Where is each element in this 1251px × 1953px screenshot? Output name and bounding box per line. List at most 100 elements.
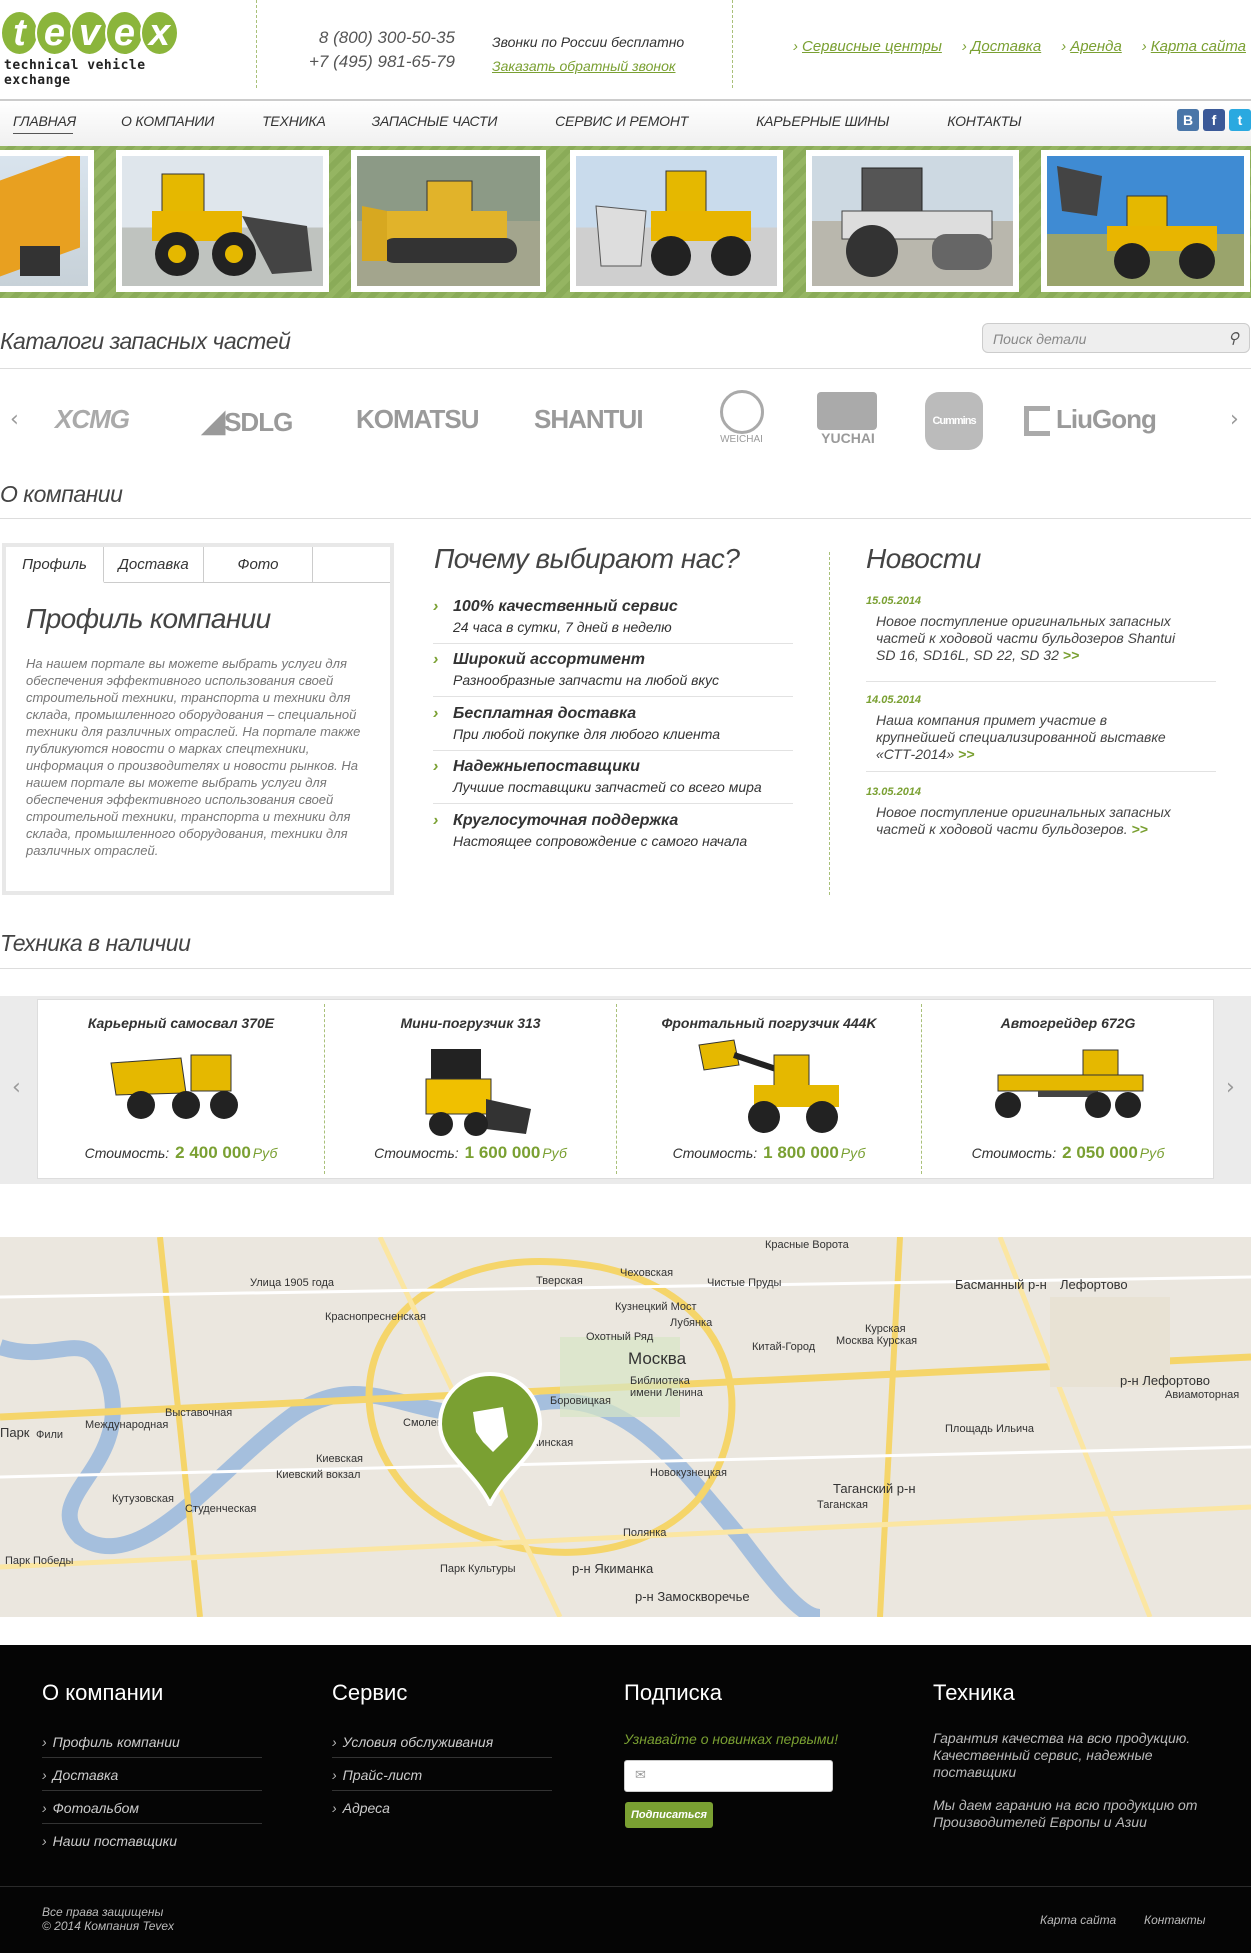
news-item[interactable]: 13.05.2014 Новое поступление оригинальны… — [866, 786, 1216, 838]
footer-tech-text-1: Гарантия качества на всю продукцию. Каче… — [933, 1730, 1191, 1780]
product-card[interactable]: Мини-погрузчик 313 Стоимость: 1 600 000 Ру… — [325, 999, 616, 1179]
nav-item-home[interactable]: Главная — [13, 113, 76, 134]
brand-yuchai[interactable]: YUCHAI — [817, 392, 879, 446]
map-label: р-н Якиманка — [572, 1561, 654, 1576]
nav-item-contacts[interactable]: Контакты — [947, 113, 1021, 134]
mail-icon: ✉ — [635, 1767, 646, 1782]
footer-link-price-list[interactable]: › Прайс-лист — [332, 1758, 552, 1791]
search-input[interactable]: Поиск детали ⚲ — [982, 323, 1250, 353]
slide-road-roller[interactable] — [806, 150, 1019, 292]
product-card[interactable]: Автогрейдер 672G Стоимость: 2 050 000 Руб — [922, 999, 1214, 1179]
tab-delivery[interactable]: Доставка — [104, 547, 204, 582]
callback-link[interactable]: Заказать обратный звонок — [492, 54, 684, 78]
section-divider — [829, 552, 830, 895]
news-item[interactable]: 15.05.2014 Новое поступление оригинальны… — [866, 595, 1216, 682]
subscribe-email-input[interactable]: ✉ — [624, 1760, 833, 1792]
nav-item-about[interactable]: О компании — [121, 113, 214, 134]
why-item: › 100% качественный сервис 24 часа в сутки… — [433, 598, 793, 644]
slide-wheel-loader-3[interactable] — [1041, 150, 1250, 292]
copyright-line-2: © 2014 Компания Tevex — [42, 1919, 175, 1933]
chevron-right-icon: › — [1141, 38, 1147, 55]
subscribe-text: Узнавайте о новинках первыми! — [624, 1731, 839, 1747]
wheel-loader-image — [1057, 166, 1217, 279]
nav-item-machinery[interactable]: Техника — [262, 113, 326, 134]
footer-link-profile[interactable]: › Профиль компании — [42, 1725, 262, 1758]
news-text: Новое поступление оригинальных запасных … — [876, 804, 1171, 837]
road-roller-image — [841, 167, 993, 277]
footer-link-photo-album[interactable]: › Фотоальбом — [42, 1791, 262, 1824]
why-list: › 100% качественный сервис 24 часа в сутки… — [433, 598, 793, 858]
top-link-rent[interactable]: › Аренда — [1061, 38, 1122, 55]
news-more-link[interactable]: >> — [1131, 821, 1147, 837]
brands-next-arrow[interactable]: › — [1230, 407, 1239, 432]
phone-1[interactable]: 8 (800) 300-50-35 — [300, 26, 455, 50]
search-icon[interactable]: ⚲ — [1228, 329, 1239, 347]
chevron-right-icon: › — [433, 812, 439, 829]
chevron-right-icon: › — [433, 758, 439, 775]
nav-item-tires[interactable]: Карьерные шины — [756, 113, 889, 134]
footer-link-suppliers[interactable]: › Наши поставщики — [42, 1824, 262, 1857]
news-more-link[interactable]: >> — [958, 746, 974, 762]
why-item: › Круглосуточная поддержка Настоящее сопро… — [433, 812, 748, 849]
logo-letter: e — [35, 10, 74, 56]
product-name[interactable]: Автогрейдер 672G — [922, 1015, 1214, 1031]
product-card[interactable]: Карьерный самосвал 370E Стоимость: 2 400 … — [38, 999, 324, 1179]
slide-wheel-loader-1[interactable] — [116, 150, 329, 292]
why-item: › Бесплатная доставка При любой покупке дл… — [433, 705, 793, 751]
why-item: › Широкий ассортимент Разнообразные запчас… — [433, 651, 793, 697]
page: t e v e x technical vehicle exchange 8 (… — [0, 0, 1251, 1953]
skid-steer-image — [425, 1049, 531, 1136]
product-name[interactable]: Мини-погрузчик 313 — [325, 1015, 616, 1031]
nav-item-spare-parts[interactable]: Запасные части — [372, 113, 498, 134]
logo[interactable]: t e v e x technical vehicle exchange — [0, 10, 200, 90]
slide-wheel-loader-2[interactable] — [570, 150, 783, 292]
price-value: 2 050 000 — [1062, 1143, 1138, 1162]
phone-2[interactable]: +7 (495) 981-65-79 — [300, 50, 455, 74]
product-card[interactable]: Фронтальный погрузчик 444K Стоимость: 1 8… — [617, 999, 921, 1179]
wheel-loader-image — [152, 173, 312, 276]
brand-komatsu[interactable]: KOMATSU — [356, 404, 480, 435]
tab-photo[interactable]: Фото — [204, 547, 313, 582]
slide-bulldozer[interactable] — [351, 150, 546, 292]
tab-profile[interactable]: Профиль — [6, 547, 104, 583]
footer-link-contacts[interactable]: Контакты — [1144, 1912, 1206, 1929]
footer-link-sitemap[interactable]: Карта сайта — [1040, 1912, 1116, 1929]
twitter-icon[interactable]: t — [1229, 109, 1251, 131]
map-label: Парк Культуры — [440, 1563, 516, 1575]
top-link-delivery[interactable]: › Доставка — [962, 38, 1041, 55]
footer-link-terms[interactable]: › Условия обслуживания — [332, 1725, 552, 1758]
slide-crane[interactable] — [0, 150, 94, 292]
map-marker-icon[interactable] — [437, 1371, 543, 1509]
footer-link-addresses[interactable]: › Адреса — [332, 1791, 552, 1824]
map-label: Таганская — [817, 1499, 868, 1511]
brand-weichai[interactable]: WEICHAI — [714, 390, 769, 445]
chevron-right-icon: › — [42, 1800, 47, 1816]
map-label: Парк Победы — [5, 1555, 74, 1567]
facebook-icon[interactable]: f — [1203, 109, 1225, 131]
nav-item-service[interactable]: Сервис и ремонт — [555, 113, 688, 134]
vk-icon[interactable]: В — [1177, 109, 1199, 131]
brand-cummins[interactable]: Cummins — [925, 392, 983, 450]
product-name[interactable]: Карьерный самосвал 370E — [38, 1015, 324, 1031]
stock-prev-arrow[interactable]: ‹ — [12, 1075, 21, 1100]
subscribe-button[interactable]: Подписаться — [625, 1802, 713, 1828]
footer-link-delivery[interactable]: › Доставка — [42, 1758, 262, 1791]
brand-xcmg[interactable]: XCMG — [55, 404, 130, 435]
top-link-sitemap[interactable]: › Карта сайта — [1142, 38, 1246, 55]
news-more-link[interactable]: >> — [1063, 647, 1079, 663]
map-label: Библиотека имени Ленина — [630, 1375, 703, 1399]
map[interactable]: Красные Ворота Басманный р-н Лефортово У… — [0, 1237, 1251, 1617]
divider — [0, 368, 1251, 369]
brand-sdlg[interactable]: ◢SDLG — [202, 404, 293, 439]
map-label: Новокузнецкая — [650, 1467, 727, 1479]
product-name[interactable]: Фронтальный погрузчик 444K — [617, 1015, 921, 1031]
brand-liugong[interactable]: LiuGong — [1024, 404, 1157, 437]
stock-next-arrow[interactable]: › — [1226, 1075, 1235, 1100]
news-item[interactable]: 14.05.2014 Наша компания примет участие … — [866, 694, 1216, 772]
top-link-service-centers[interactable]: › Сервисные центры — [793, 38, 942, 55]
map-label: Выставочная — [165, 1407, 233, 1419]
chevron-right-icon: › — [332, 1800, 337, 1816]
triangle-logo-icon: ◢ — [202, 405, 225, 438]
brand-shantui[interactable]: SHANTUI — [534, 404, 644, 435]
news-date: 13.05.2014 — [866, 786, 922, 798]
